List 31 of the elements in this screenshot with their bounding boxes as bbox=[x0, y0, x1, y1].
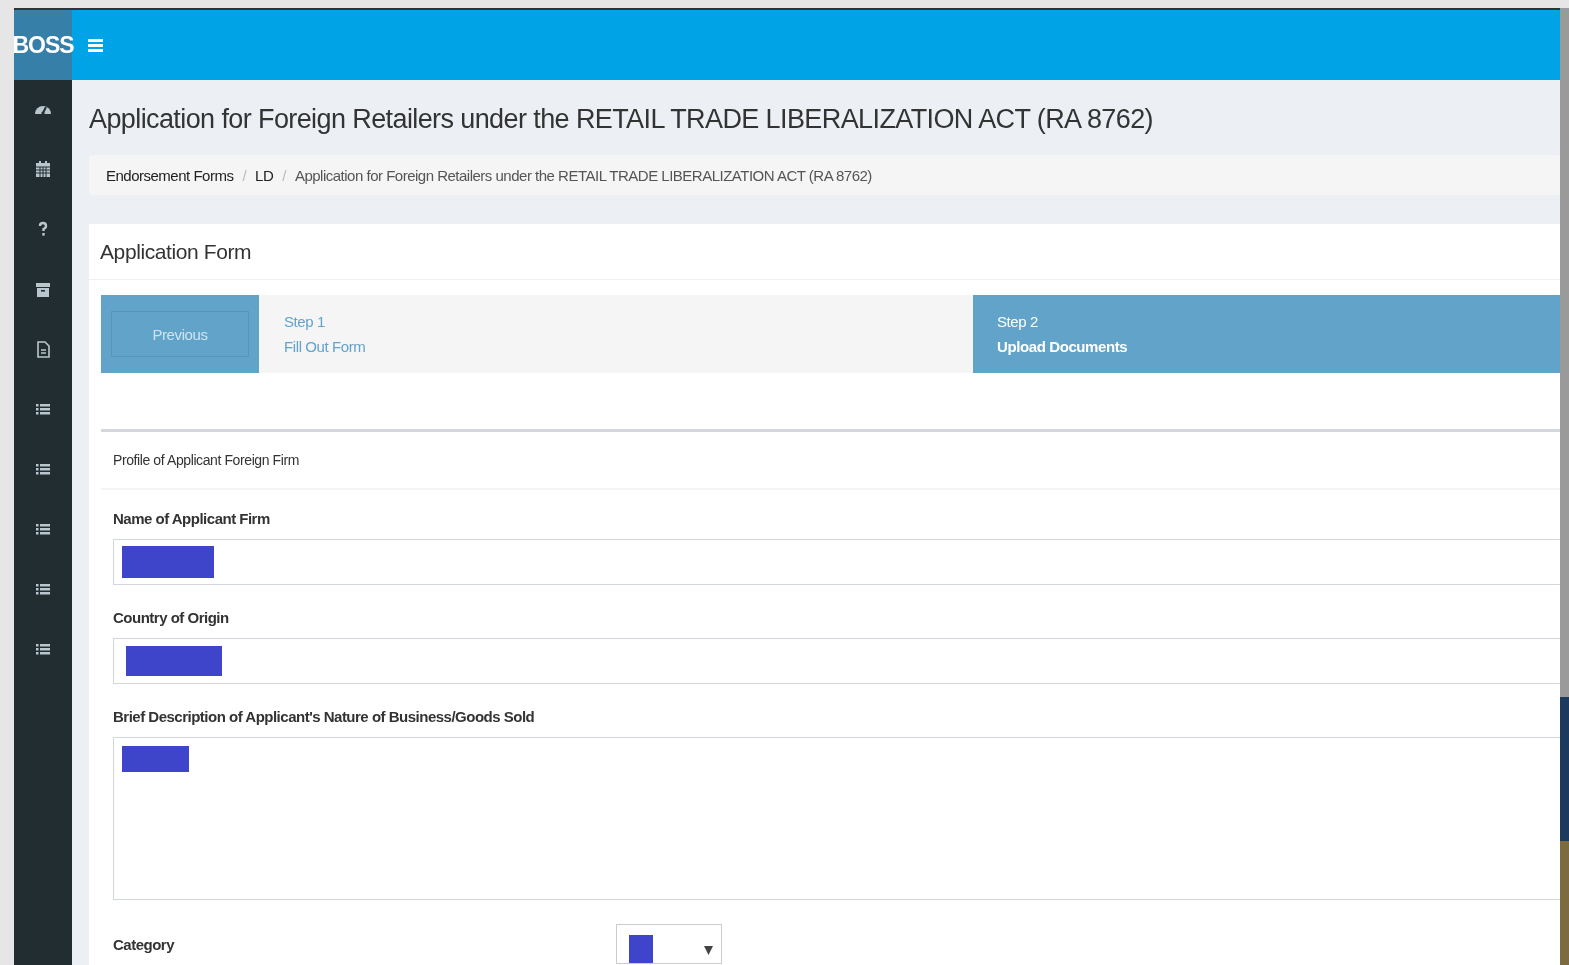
sidebar-item[interactable] bbox=[34, 280, 52, 298]
field-label: Category bbox=[113, 936, 176, 953]
field-label: Brief Description of Applicant's Nature of Business/Goods Sold bbox=[113, 708, 536, 725]
step-label: Upload Documents bbox=[997, 338, 1129, 355]
wizard-step[interactable]: Step 1 Fill Out Form bbox=[259, 295, 973, 373]
page-title: Application for Foreign Retailers under the RETAIL TRADE LIBERALIZATION ACT (RA 8762) bbox=[89, 104, 1154, 135]
step-label: Fill Out Form bbox=[284, 338, 367, 355]
textarea-field[interactable] bbox=[113, 737, 1560, 900]
breadcrumb-link[interactable]: Endorsement Forms bbox=[106, 166, 234, 184]
sidebar-item[interactable] bbox=[34, 160, 52, 178]
section-title: Profile of Applicant Foreign Firm bbox=[113, 452, 299, 468]
input-field[interactable] bbox=[113, 539, 1560, 585]
breadcrumb-separator: / bbox=[282, 166, 286, 184]
sidebar-item[interactable] bbox=[34, 340, 52, 358]
brand-logo[interactable]: BOSS bbox=[14, 10, 72, 80]
wizard-step[interactable]: Step 2 Upload Documents bbox=[973, 295, 1560, 373]
step-number: Step 2 bbox=[997, 313, 1039, 330]
menu-icon bbox=[88, 38, 103, 52]
category-dropdown[interactable] bbox=[616, 924, 722, 964]
field-label: Country of Origin bbox=[113, 609, 230, 626]
document-icon bbox=[34, 340, 52, 358]
card-title: Application Form bbox=[100, 239, 252, 264]
breadcrumb-separator: / bbox=[242, 166, 247, 184]
calendar-icon bbox=[34, 160, 52, 178]
step-number: Step 1 bbox=[284, 313, 326, 330]
input-field[interactable] bbox=[113, 638, 1560, 684]
breadcrumb-link[interactable]: LD bbox=[255, 166, 274, 184]
caret-icon bbox=[704, 946, 713, 955]
archive-box-icon bbox=[34, 280, 52, 298]
breadcrumb-current: Application for Foreign Retailers under the RETAIL TRADE LIBERALIZATION ACT (RA 8762) bbox=[294, 166, 872, 184]
field-label: Name of Applicant Firm bbox=[113, 510, 271, 527]
